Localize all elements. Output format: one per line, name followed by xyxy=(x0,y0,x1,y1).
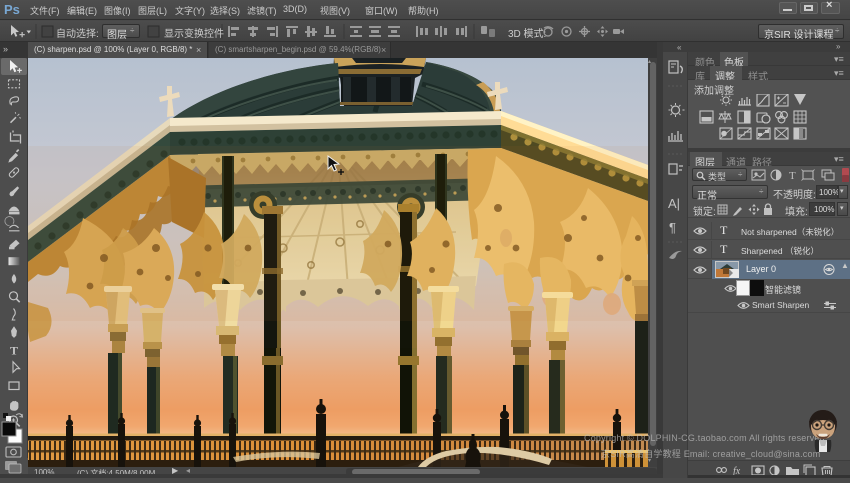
svg-text:A|: A| xyxy=(668,196,680,211)
svg-text:«: « xyxy=(677,43,682,52)
svg-text:¶: ¶ xyxy=(669,220,676,235)
svg-text:T: T xyxy=(10,344,18,358)
svg-text:T: T xyxy=(789,170,796,182)
